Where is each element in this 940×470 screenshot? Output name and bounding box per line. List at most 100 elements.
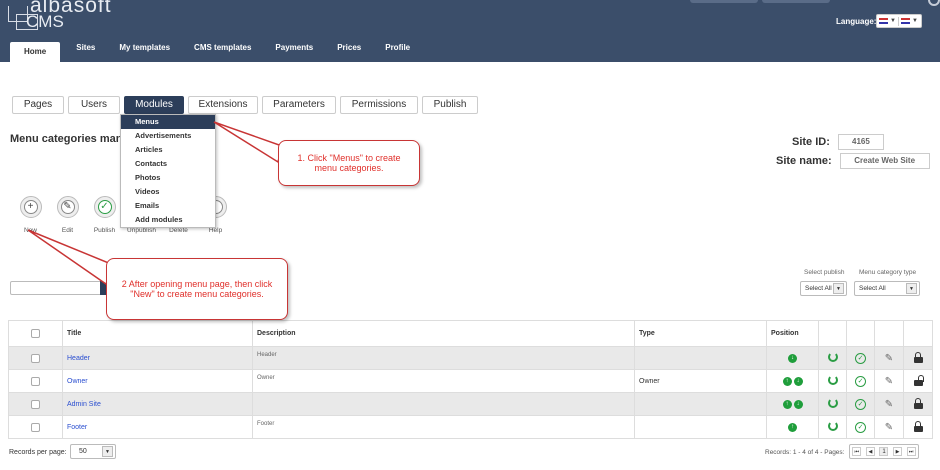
albasoft-logo[interactable]: albasoft CMS	[8, 0, 128, 36]
nav-tab-payments[interactable]: Payments	[263, 38, 325, 62]
prev-page-icon[interactable]: ◀	[865, 447, 875, 456]
row-checkbox[interactable]	[31, 422, 40, 432]
next-page-icon[interactable]: ▶	[893, 447, 903, 456]
tab-modules[interactable]: Modules	[124, 96, 184, 114]
lock-icon[interactable]	[913, 351, 923, 363]
last-page-icon[interactable]: ⏭	[906, 447, 916, 456]
callout-step-2-line-1: 2 After opening menu page, then click	[121, 278, 273, 289]
refresh-icon[interactable]	[827, 375, 838, 385]
language-label: Language:	[836, 17, 877, 26]
row-title-link[interactable]: Header	[67, 355, 90, 362]
app-header: albasoft CMS Language: ▼ ▼ Home Sites My…	[0, 0, 940, 62]
language-selector[interactable]: ▼ ▼	[876, 14, 922, 28]
row-title-link[interactable]: Owner	[67, 378, 88, 385]
flag-icon	[900, 18, 910, 24]
new-button[interactable]: + New	[12, 196, 49, 234]
nav-tab-profile[interactable]: Profile	[373, 38, 422, 62]
check-circle-icon[interactable]: ✓	[855, 421, 866, 433]
main-nav: Home Sites My templates CMS templates Pa…	[10, 36, 422, 62]
first-page-icon[interactable]: ⏮	[852, 447, 862, 456]
callout-step-2: 2 After opening menu page, then click "N…	[106, 258, 288, 320]
category-type-select[interactable]: Select All ▼	[854, 281, 920, 296]
lock-icon[interactable]	[913, 397, 923, 409]
arrow-down-icon[interactable]: ↓	[793, 399, 803, 409]
row-title-link[interactable]: Admin Site	[67, 401, 101, 408]
arrow-up-icon[interactable]: ↑	[782, 399, 792, 409]
edit-label: Edit	[61, 227, 74, 234]
pagination: ⏮ ◀ 1 ▶ ⏭	[849, 444, 919, 459]
row-title-link[interactable]: Footer	[67, 424, 87, 431]
column-description[interactable]: Description	[252, 320, 635, 347]
arrow-down-icon[interactable]: ↓	[788, 353, 797, 363]
menu-item-emails[interactable]: Emails	[121, 199, 215, 213]
arrow-down-icon[interactable]: ↓	[793, 376, 803, 386]
records-per-page-select[interactable]: 50 ▼	[70, 444, 116, 459]
nav-tab-my-templates[interactable]: My templates	[107, 38, 182, 62]
menu-item-articles[interactable]: Articles	[121, 143, 215, 157]
refresh-icon[interactable]	[827, 421, 838, 431]
caret-down-icon: ▼	[102, 446, 113, 457]
settings-icon[interactable]	[928, 0, 940, 6]
edit-button[interactable]: ✎ Edit	[49, 196, 86, 234]
menu-item-advertisements[interactable]: Advertisements	[121, 129, 215, 143]
check-circle-icon[interactable]: ✓	[855, 352, 866, 364]
tab-parameters[interactable]: Parameters	[262, 96, 336, 114]
nav-tab-prices[interactable]: Prices	[325, 38, 373, 62]
row-description: Header	[257, 352, 277, 358]
current-page[interactable]: 1	[879, 447, 889, 456]
arrow-up-icon[interactable]: ↑	[788, 422, 797, 432]
tab-users[interactable]: Users	[68, 96, 120, 114]
pencil-icon[interactable]: ✎	[885, 376, 893, 387]
refresh-icon[interactable]	[827, 398, 838, 408]
top-button-2[interactable]	[762, 0, 830, 3]
pencil-icon[interactable]: ✎	[885, 399, 893, 410]
menu-item-videos[interactable]: Videos	[121, 185, 215, 199]
top-button-1[interactable]	[690, 0, 758, 3]
nav-tab-cms-templates[interactable]: CMS templates	[182, 38, 263, 62]
nav-tab-sites[interactable]: Sites	[64, 38, 107, 62]
row-checkbox[interactable]	[31, 376, 40, 386]
flag-icon	[879, 18, 888, 24]
unlock-icon[interactable]	[913, 374, 924, 386]
site-name-row: Site name: Create Web Site	[776, 153, 930, 169]
records-per-page-label: Records per page:	[9, 449, 67, 456]
menu-item-add-modules[interactable]: Add modules	[121, 213, 215, 227]
site-name-field[interactable]: Create Web Site	[839, 153, 930, 169]
pencil-icon[interactable]: ✎	[885, 353, 893, 364]
tab-permissions[interactable]: Permissions	[340, 96, 418, 114]
row-checkbox[interactable]	[31, 353, 40, 363]
publish-filter-select[interactable]: Select All ▼	[800, 281, 847, 296]
table-row: Admin Site ↑ ↓ ✓ ✎	[8, 392, 933, 416]
menu-item-menus[interactable]: Menus	[121, 115, 215, 129]
check-circle-icon[interactable]: ✓	[855, 398, 866, 410]
tab-pages[interactable]: Pages	[12, 96, 64, 114]
menu-item-photos[interactable]: Photos	[121, 171, 215, 185]
column-action-1	[818, 320, 847, 347]
menu-categories-table: Title Description Type Position Header H…	[8, 320, 933, 439]
tab-extensions[interactable]: Extensions	[188, 96, 258, 114]
tab-publish[interactable]: Publish	[422, 96, 478, 114]
site-id-field[interactable]: 4165	[837, 134, 884, 150]
row-type	[634, 415, 767, 439]
page-title: Menu categories mana	[10, 133, 129, 145]
publish-button[interactable]: ✓ Publish	[86, 196, 123, 234]
lock-icon[interactable]	[913, 420, 923, 432]
select-all-checkbox[interactable]	[31, 329, 40, 338]
help-label: Help	[208, 227, 223, 234]
row-checkbox[interactable]	[31, 399, 40, 409]
nav-tab-home[interactable]: Home	[10, 42, 61, 62]
arrow-up-icon[interactable]: ↑	[782, 376, 792, 386]
row-type	[634, 346, 767, 370]
column-title[interactable]: Title	[62, 320, 253, 347]
column-position[interactable]: Position	[766, 320, 819, 347]
column-action-2	[846, 320, 875, 347]
row-description: Footer	[257, 421, 275, 427]
refresh-icon[interactable]	[827, 352, 838, 362]
menu-item-contacts[interactable]: Contacts	[121, 157, 215, 171]
search-input[interactable]	[10, 281, 102, 295]
select-publish-label: Select publish	[804, 269, 845, 276]
pencil-icon[interactable]: ✎	[885, 422, 893, 433]
caret-down-icon: ▼	[911, 18, 918, 24]
column-type[interactable]: Type	[634, 320, 767, 347]
check-circle-icon[interactable]: ✓	[855, 375, 866, 387]
